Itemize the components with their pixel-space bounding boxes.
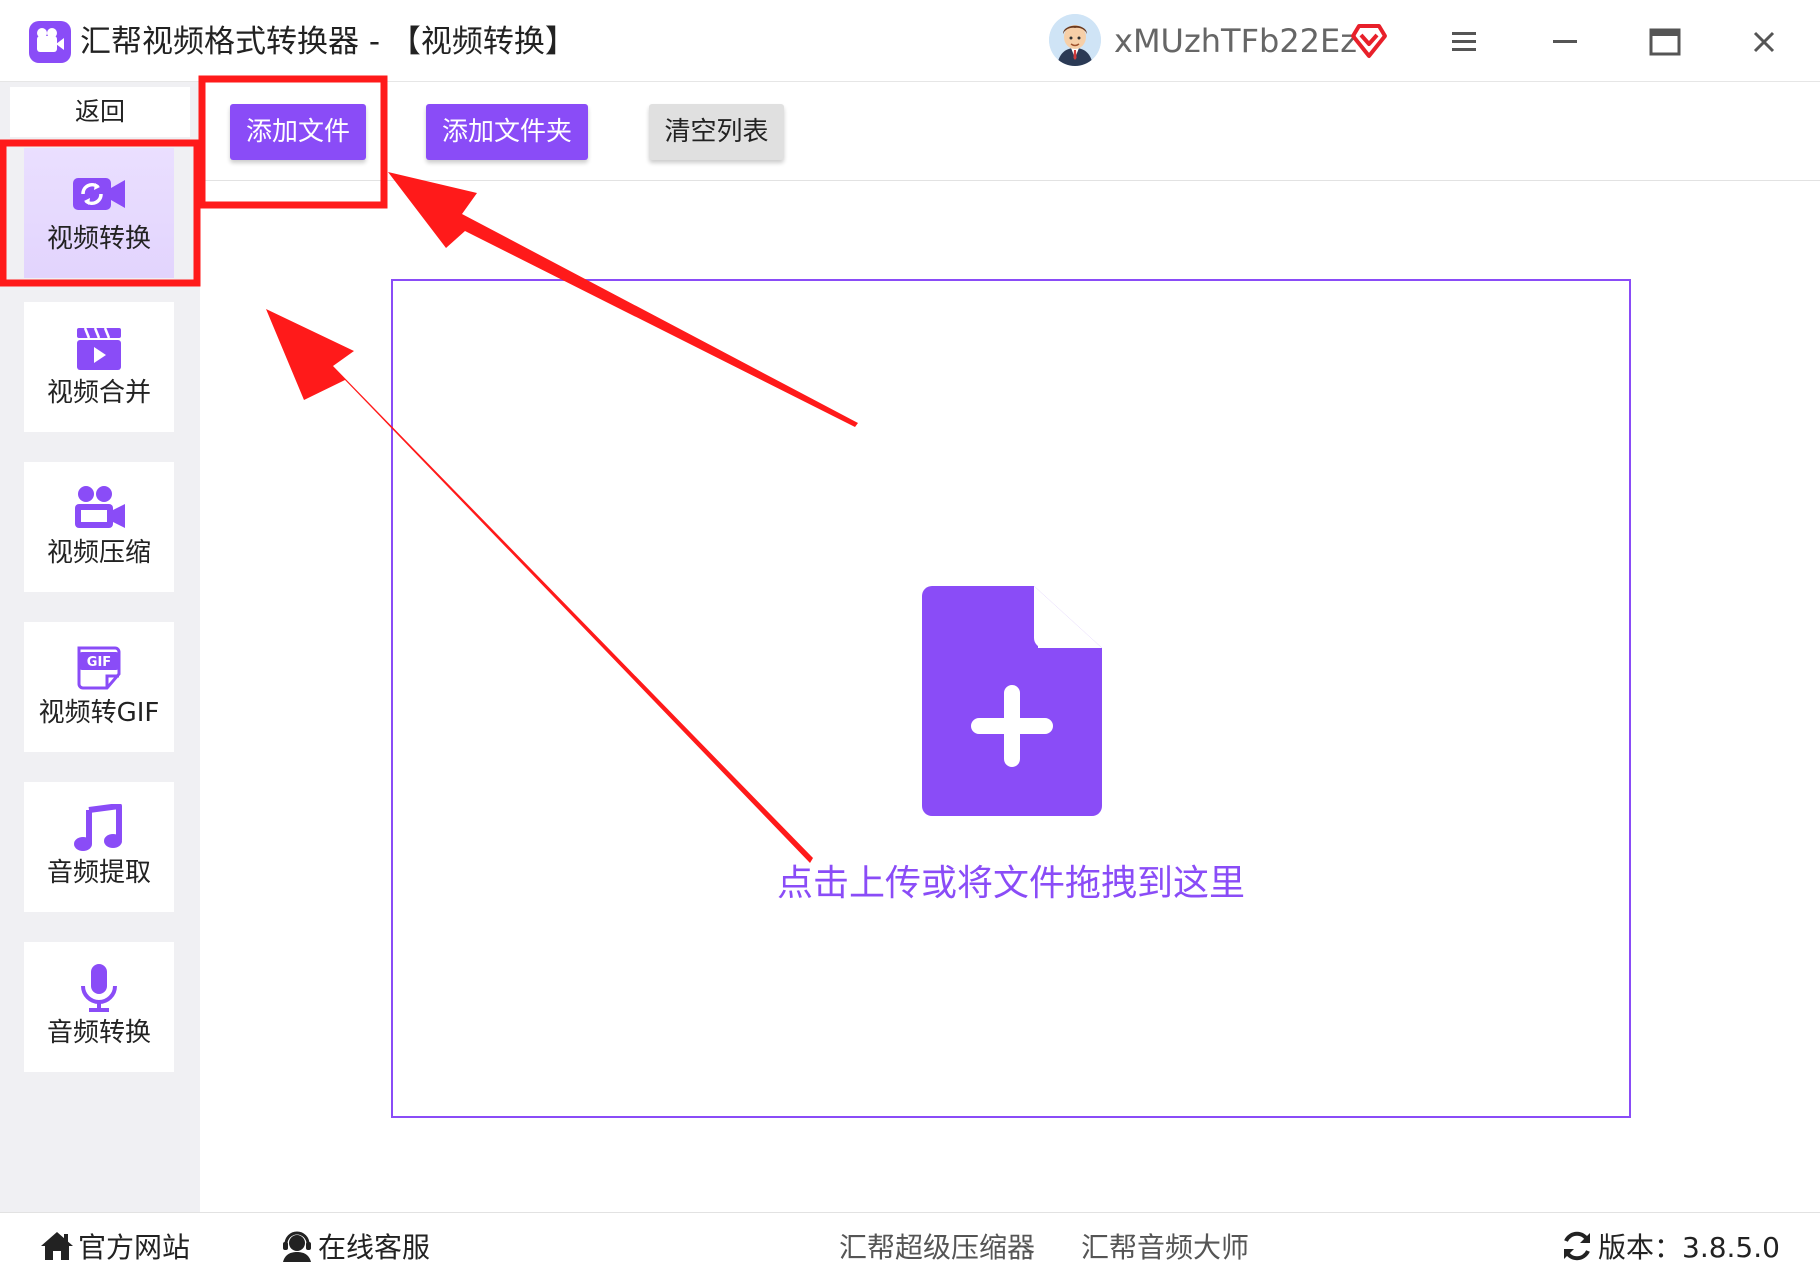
headset-icon xyxy=(280,1229,314,1263)
music-note-icon xyxy=(71,803,127,852)
sidebar-item-label: 视频压缩 xyxy=(46,538,151,568)
username-label[interactable]: xMUzhTFb22Ez xyxy=(1114,20,1357,62)
gif-icon: GIF xyxy=(71,644,127,692)
sidebar-item-video-convert[interactable]: 视频转换 xyxy=(24,148,174,278)
clear-list-button[interactable]: 清空列表 xyxy=(649,104,784,160)
sidebar-item-label: 视频转GIF xyxy=(38,698,160,728)
sidebar-item-video-merge[interactable]: 视频合并 xyxy=(24,302,174,432)
online-support-link[interactable]: 在线客服 xyxy=(280,1229,430,1267)
minimize-icon[interactable] xyxy=(1543,20,1587,64)
maximize-icon[interactable] xyxy=(1643,20,1687,64)
file-drop-zone[interactable]: 点击上传或将文件拖拽到这里 xyxy=(391,279,1631,1118)
online-support-label: 在线客服 xyxy=(318,1231,431,1264)
sidebar-item-label: 视频转换 xyxy=(46,224,151,254)
official-website-link[interactable]: 官方网站 xyxy=(40,1229,190,1267)
sidebar-item-video-to-gif[interactable]: GIF 视频转GIF xyxy=(24,622,174,752)
menu-icon[interactable] xyxy=(1442,20,1486,64)
home-icon xyxy=(40,1229,74,1263)
add-folder-button[interactable]: 添加文件夹 xyxy=(426,104,588,160)
sidebar: 返回 视频转换 视频合并 视频压缩 GIF 视频转GIF 音频提取 音频转换 xyxy=(0,82,200,1212)
sidebar-item-video-compress[interactable]: 视频压缩 xyxy=(24,462,174,592)
drop-zone-text: 点击上传或将文件拖拽到这里 xyxy=(776,863,1245,904)
video-compress-icon xyxy=(71,484,127,532)
sidebar-item-audio-convert[interactable]: 音频转换 xyxy=(24,942,174,1072)
sidebar-item-audio-extract[interactable]: 音频提取 xyxy=(24,782,174,912)
add-file-icon[interactable] xyxy=(922,586,1102,816)
svg-text:GIF: GIF xyxy=(87,655,111,670)
vip-badge-icon[interactable] xyxy=(1349,20,1389,60)
title-bar: 汇帮视频格式转换器 - 【视频转换】 xMUzhTFb22Ez xyxy=(0,0,1820,82)
video-merge-icon xyxy=(71,324,127,372)
sidebar-item-label: 音频转换 xyxy=(46,1018,151,1048)
close-icon[interactable] xyxy=(1742,20,1786,64)
footer: 官方网站 在线客服 汇帮超级压缩器 汇帮音频大师 版本：3.8.5.0 xyxy=(0,1212,1820,1280)
sidebar-item-label: 音频提取 xyxy=(46,858,151,888)
version-info[interactable]: 版本：3.8.5.0 xyxy=(1560,1229,1780,1267)
refresh-icon xyxy=(1560,1229,1594,1263)
toolbar: 添加文件 添加文件夹 清空列表 xyxy=(200,82,1820,181)
super-compressor-link[interactable]: 汇帮超级压缩器 xyxy=(839,1229,1035,1267)
audio-master-link[interactable]: 汇帮音频大师 xyxy=(1081,1229,1249,1267)
back-button[interactable]: 返回 xyxy=(10,87,190,137)
user-avatar[interactable] xyxy=(1049,14,1101,66)
sidebar-item-label: 视频合并 xyxy=(46,378,151,408)
window-title: 汇帮视频格式转换器 - 【视频转换】 xyxy=(80,24,576,60)
official-website-label: 官方网站 xyxy=(78,1231,191,1264)
app-logo-icon xyxy=(29,21,71,63)
add-file-button[interactable]: 添加文件 xyxy=(230,104,366,160)
version-label: 版本：3.8.5.0 xyxy=(1598,1231,1780,1264)
microphone-icon xyxy=(71,964,127,1012)
video-convert-icon xyxy=(71,170,127,218)
